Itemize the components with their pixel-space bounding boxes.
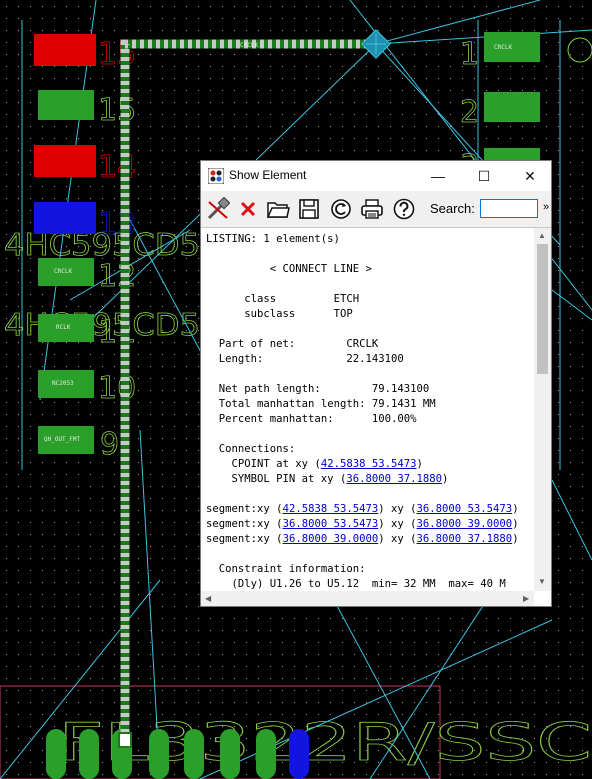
constraint-label: Constraint information: [218,563,366,575]
constraint-line: (Dly) U1.26 to U5.12 min= 32 MM max= 40 … [231,578,506,590]
part-of-net-value: CRCLK [346,338,379,350]
search-label: Search: [430,201,475,216]
scroll-right-arrow-icon[interactable]: ▶ [523,594,529,603]
svg-text:12: 12 [98,259,136,294]
scroll-up-arrow-icon[interactable]: ▲ [538,231,546,240]
connection-coord-link[interactable]: 36.8000 37.1880 [346,473,442,485]
minimize-button[interactable]: — [415,161,461,191]
svg-text:13: 13 [98,207,136,242]
segment-start-link[interactable]: 42.5838 53.5473 [283,503,379,515]
print-button[interactable] [358,195,386,223]
total-manhattan-label: Total manhattan length: [218,398,366,410]
save-button[interactable] [295,195,323,223]
refresh-button[interactable] [327,195,355,223]
search-input[interactable] [480,199,538,218]
help-button[interactable] [390,195,418,223]
window-title: Show Element [229,168,307,182]
open-button[interactable] [264,195,292,223]
close-icon: ✕ [524,168,536,184]
listing-header: LISTING: 1 element(s) [206,233,340,245]
segment-end-link[interactable]: 36.8000 39.0000 [417,518,513,530]
pad-label-nc2053: NC2053 [52,380,74,387]
horizontal-scrollbar[interactable]: ◀ ▶ [201,591,534,606]
segment-prefix: segment:xy [206,503,277,515]
length-value: 22.143100 [346,353,404,365]
toolbar-overflow-chevron[interactable]: » [543,201,549,213]
net-path-length-value: 79.143100 [371,383,430,395]
svg-text:1: 1 [460,37,479,72]
maximize-icon: ☐ [477,168,491,184]
element-type: < CONNECT LINE > [269,263,372,275]
vertical-scrollbar[interactable]: ▲ ▼ [534,228,551,591]
svg-text:2: 2 [460,95,479,130]
symbol-pin-marker[interactable] [118,732,132,748]
help-icon [393,198,415,220]
toolbar: Search: » [201,191,551,228]
svg-text:11: 11 [98,315,136,350]
svg-text:15: 15 [98,93,136,128]
segment-start-link[interactable]: 36.8000 53.5473 [283,518,379,530]
scroll-down-arrow-icon[interactable]: ▼ [538,577,546,586]
svg-text:14: 14 [98,150,136,185]
segment-prefix: segment:xy [206,518,277,530]
class-label: class [244,293,277,305]
class-value: ETCH [333,293,360,305]
segment-prefix: segment:xy [206,533,277,545]
listing-content[interactable]: LISTING: 1 element(s) < CONNECT LINE > c… [201,228,534,591]
pin-eraser-icon [207,197,230,220]
svg-text:10: 10 [98,371,136,406]
pad-label-qh-out: QH_OUT_FMT [44,436,81,443]
close-red-x-icon [240,201,256,217]
close-window-button[interactable]: ✕ [507,161,553,191]
scroll-left-arrow-icon[interactable]: ◀ [205,594,211,603]
part-of-net-label: Part of net: [218,338,296,350]
total-manhattan-value: 79.1431 MM [371,398,436,410]
pad-label-rclk: RCLK [56,324,71,331]
connection-prefix: CPOINT at xy [231,458,315,470]
segment-end-link[interactable]: 36.8000 37.1880 [417,533,513,545]
segment-end-link[interactable]: 36.8000 53.5473 [417,503,513,515]
save-disk-icon [299,199,319,219]
vertical-scroll-thumb[interactable] [537,244,548,374]
connections-label: Connections: [218,443,296,455]
pad-blue[interactable] [34,202,96,234]
refresh-icon [331,199,351,219]
pad-label-crclk: CRCLK [54,268,73,275]
pad-green[interactable] [38,90,94,120]
clear-button[interactable] [234,195,262,223]
show-element-dialog: Show Element — ☐ ✕ Search: » LISTING: 1 … [200,160,552,607]
percent-manhattan-label: Percent manhattan: [218,413,334,425]
subclass-label: subclass [244,308,296,320]
pad-red[interactable] [34,34,96,66]
connection-coord-link[interactable]: 42.5838 53.5473 [321,458,417,470]
open-folder-icon [266,202,290,218]
segment-start-link[interactable]: 36.8000 39.0000 [283,533,379,545]
app-icon [208,168,224,184]
svg-text:9: 9 [100,427,119,462]
title-bar[interactable]: Show Element — ☐ ✕ [201,161,551,191]
trace-net-label: CRCLK [240,42,258,49]
pad-label-right-crclk: CRCLK [494,44,513,51]
pin-tool-button[interactable] [204,195,232,223]
pad-green[interactable] [484,92,540,122]
minimize-icon: — [431,168,445,184]
connection-prefix: SYMBOL PIN at xy [231,473,340,485]
length-label: Length: [218,353,264,365]
net-path-length-label: Net path length: [218,383,321,395]
printer-icon [361,199,383,219]
maximize-button[interactable]: ☐ [461,161,507,191]
percent-manhattan-value: 100.00% [371,413,417,425]
subclass-value: TOP [333,308,353,320]
pad-red[interactable] [34,145,96,177]
